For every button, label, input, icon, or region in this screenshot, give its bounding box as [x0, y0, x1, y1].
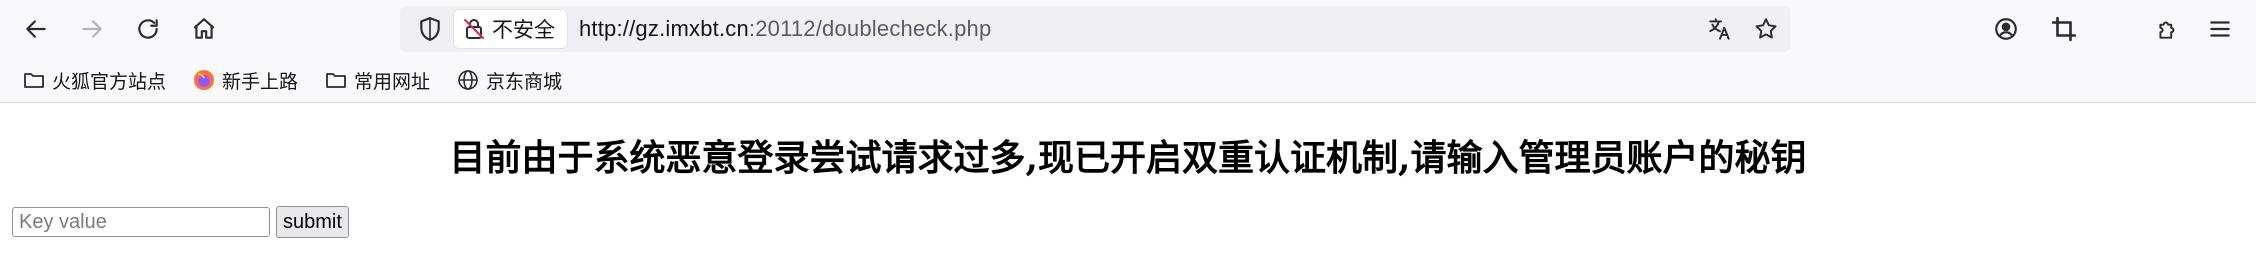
back-arrow-icon	[26, 20, 46, 38]
toolbar-actions	[1984, 7, 2242, 51]
folder-icon	[24, 73, 44, 88]
firefox-icon	[194, 70, 215, 90]
key-value-input[interactable]	[12, 207, 270, 237]
home-button[interactable]	[182, 7, 226, 51]
submit-button[interactable]: submit	[276, 206, 349, 238]
translate-button[interactable]	[1704, 13, 1736, 45]
navigation-toolbar: 不安全 http://gz.imxbt.cn:20112/doublecheck…	[0, 0, 2256, 58]
bookmark-label: 常用网址	[354, 70, 431, 93]
insecure-lock-icon	[464, 19, 484, 39]
url-path: /doublecheck.php	[815, 16, 992, 41]
back-button[interactable]	[14, 7, 58, 51]
bookmarks-toolbar: 火狐官方站点 新手上路 常用网址 京东商城	[0, 58, 2256, 103]
crop-icon	[2051, 16, 2077, 42]
browser-window: 不安全 http://gz.imxbt.cn:20112/doublecheck…	[0, 0, 2256, 269]
page-heading: 目前由于系统恶意登录尝试请求过多,现已开启双重认证机制,请输入管理员账户的秘钥	[449, 137, 1807, 179]
screenshot-button[interactable]	[2042, 7, 2086, 51]
bookmark-item[interactable]: 新手上路	[188, 65, 302, 96]
account-icon	[1995, 18, 2017, 40]
extensions-button[interactable]	[2146, 7, 2190, 51]
menu-button[interactable]	[2198, 7, 2242, 51]
nav-buttons	[14, 7, 226, 51]
address-bar[interactable]: 不安全 http://gz.imxbt.cn:20112/doublecheck…	[400, 6, 1790, 52]
bookmark-label: 火狐官方站点	[52, 70, 167, 93]
home-icon	[193, 18, 215, 39]
forward-arrow-icon	[82, 20, 102, 38]
security-label: 不安全	[492, 18, 555, 42]
puzzle-icon	[2159, 21, 2175, 39]
url-host: http://gz.imxbt.cn	[579, 16, 749, 41]
tracking-protection-button[interactable]	[410, 9, 450, 49]
page-content: 目前由于系统恶意登录尝试请求过多,现已开启双重认证机制,请输入管理员账户的秘钥 …	[0, 103, 2256, 269]
translate-icon	[1709, 18, 1730, 40]
folder-icon	[326, 73, 346, 88]
bookmark-star-button[interactable]	[1750, 13, 1782, 45]
url-text[interactable]: http://gz.imxbt.cn:20112/doublecheck.php	[579, 16, 991, 42]
bookmark-label: 新手上路	[222, 70, 299, 93]
star-icon	[1755, 18, 1777, 39]
forward-button[interactable]	[70, 7, 114, 51]
globe-icon	[458, 70, 478, 90]
bookmark-item[interactable]: 常用网址	[320, 65, 434, 96]
bookmark-item[interactable]: 京东商城	[452, 65, 566, 96]
hamburger-menu-icon	[2210, 21, 2230, 37]
url-port: :20112	[748, 16, 816, 41]
key-form: submit	[12, 206, 349, 238]
address-bar-actions	[1704, 6, 1782, 52]
connection-security-chip[interactable]: 不安全	[454, 10, 567, 48]
bookmark-item[interactable]: 火狐官方站点	[18, 65, 170, 96]
shield-icon	[420, 17, 440, 41]
reload-button[interactable]	[126, 7, 170, 51]
bookmark-label: 京东商城	[486, 70, 563, 93]
reload-icon	[138, 19, 158, 39]
account-button[interactable]	[1984, 7, 2028, 51]
